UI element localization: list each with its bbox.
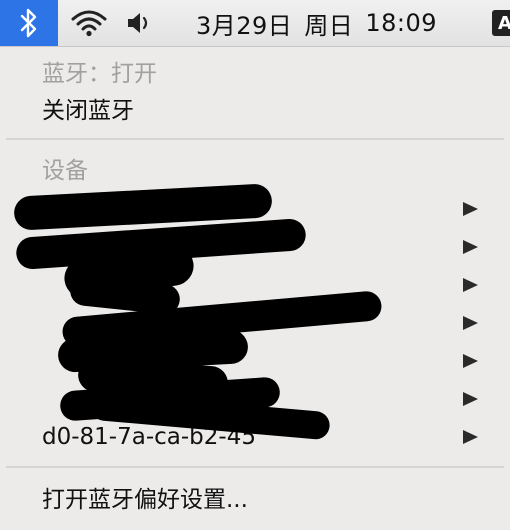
volume-icon[interactable] [122,0,158,46]
open-bluetooth-preferences-item[interactable]: 打开蓝牙偏好设置... [6,478,504,516]
submenu-arrow-icon [463,392,478,406]
bluetooth-icon[interactable] [0,0,58,46]
menu-bar-clock[interactable]: 3月29日 周日 18:09 [196,0,437,46]
clock-date: 3月29日 [196,11,293,40]
submenu-arrow-icon [463,202,478,216]
submenu-arrow-icon [463,240,478,254]
submenu-arrow-icon [463,354,478,368]
submenu-arrow-icon [463,430,478,444]
menu-bar: 3月29日 周日 18:09 A [0,0,510,47]
menu-separator [6,466,504,468]
clock-time: 18:09 [365,9,437,37]
submenu-arrow-icon [463,316,478,330]
bluetooth-status: 蓝牙：打开 [42,61,157,87]
clock-weekday: 周日 [304,11,354,40]
input-source-icon[interactable]: A [492,10,510,36]
menu-separator [6,138,504,140]
submenu-arrow-icon [463,278,478,292]
turn-off-bluetooth-item[interactable]: 关闭蓝牙 [6,89,504,127]
wifi-icon[interactable] [66,0,112,46]
devices-header: 设备 [42,158,88,184]
